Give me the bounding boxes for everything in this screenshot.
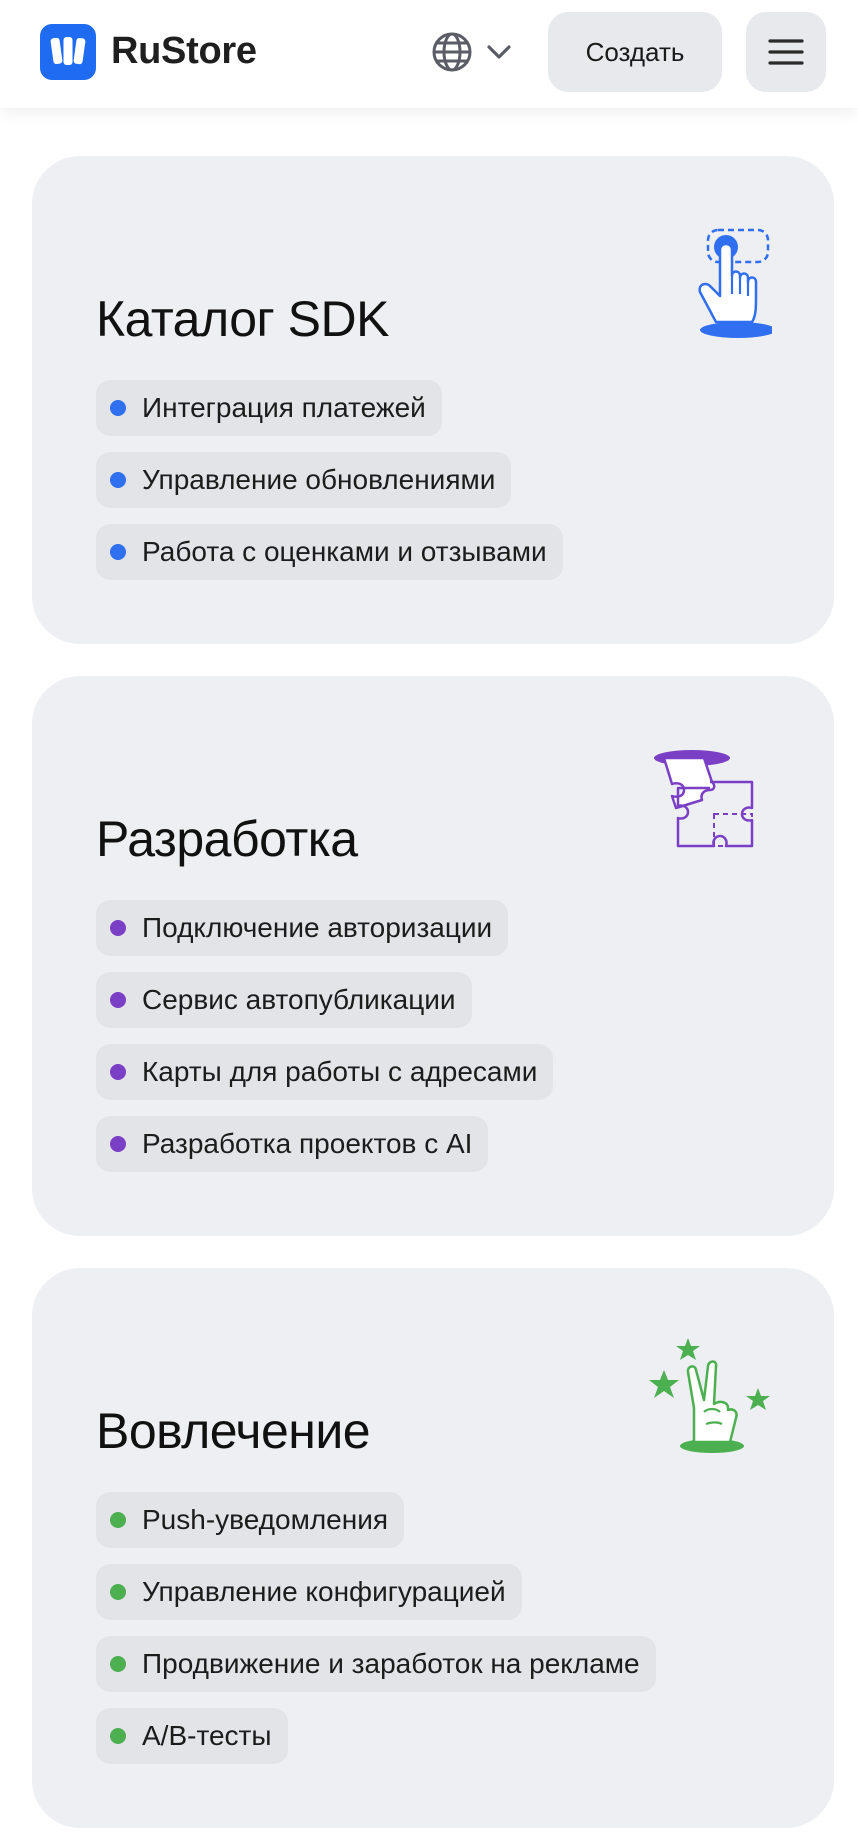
bullet-dot xyxy=(110,472,126,488)
rustore-logo-icon[interactable] xyxy=(40,24,96,80)
victory-hand-stars-icon xyxy=(649,1338,770,1453)
bullet-dot xyxy=(110,992,126,1008)
create-button[interactable]: Создать xyxy=(548,12,722,92)
bullet-dot xyxy=(110,1656,126,1672)
pointing-hand-icon xyxy=(698,228,772,338)
language-selector[interactable] xyxy=(430,30,550,74)
list-item[interactable]: Интеграция платежей xyxy=(96,380,442,436)
bullet-dot xyxy=(110,1064,126,1080)
card-engagement[interactable]: Вовлечение Push-уведомления Управление к… xyxy=(32,1268,834,1828)
list-item[interactable]: Карты для работы с адресами xyxy=(96,1044,554,1100)
list-item[interactable]: Работа с оценками и отзывами xyxy=(96,524,563,580)
list-item[interactable]: Сервис автопубликации xyxy=(96,972,472,1028)
bullet-dot xyxy=(110,1512,126,1528)
bullet-dot xyxy=(110,544,126,560)
feature-list: Push-уведомления Управление конфигурацие… xyxy=(96,1492,656,1780)
list-item[interactable]: Управление обновлениями xyxy=(96,452,512,508)
feature-list: Подключение авторизации Сервис автопубли… xyxy=(96,900,554,1188)
card-title: Каталог SDK xyxy=(96,291,389,347)
menu-button[interactable] xyxy=(746,12,826,92)
puzzle-icon xyxy=(654,750,754,848)
list-item[interactable]: Подключение авторизации xyxy=(96,900,509,956)
card-title: Разработка xyxy=(96,811,358,867)
card-development[interactable]: Разработка Подключение авторизации Серви… xyxy=(32,676,834,1236)
feature-list: Интеграция платежей Управление обновлени… xyxy=(96,380,563,596)
bullet-dot xyxy=(110,920,126,936)
bullet-dot xyxy=(110,1728,126,1744)
card-title: Вовлечение xyxy=(96,1403,371,1459)
chevron-down-icon xyxy=(487,45,511,59)
brand-name[interactable]: RuStore xyxy=(111,30,257,73)
bullet-dot xyxy=(110,1136,126,1152)
list-item[interactable]: A/B-тесты xyxy=(96,1708,288,1764)
list-item[interactable]: Управление конфигурацией xyxy=(96,1564,522,1620)
list-item[interactable]: Push-уведомления xyxy=(96,1492,404,1548)
card-sdk-catalog[interactable]: Каталог SDK Интеграция платежей Управлен… xyxy=(32,156,834,644)
globe-icon xyxy=(432,32,472,72)
list-item[interactable]: Продвижение и заработок на рекламе xyxy=(96,1636,656,1692)
bullet-dot xyxy=(110,1584,126,1600)
top-header: RuStore Создать xyxy=(0,0,858,108)
bullet-dot xyxy=(110,400,126,416)
hamburger-menu-icon xyxy=(768,39,804,65)
list-item[interactable]: Разработка проектов с AI xyxy=(96,1116,489,1172)
